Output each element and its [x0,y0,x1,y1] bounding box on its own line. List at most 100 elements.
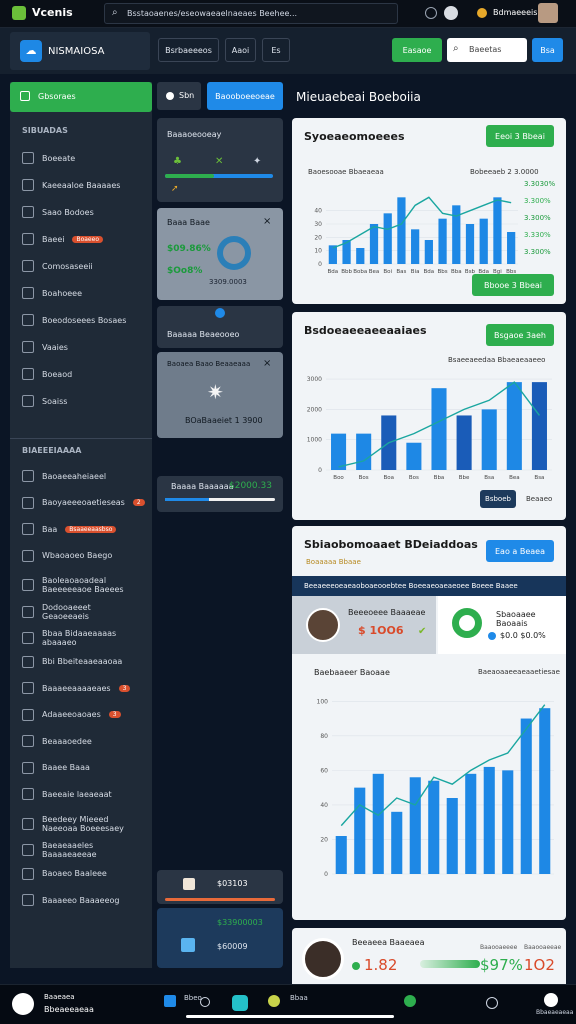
sidebar-item-label: Boeodoseees Bosaes [42,315,127,325]
sidebar-badge: Bsaaeeaasbso [65,525,117,533]
mid-panel-2: Baaa Baae × $09.86% $Oo8% 3309.0003 [157,208,283,300]
sidebar-item-a-4[interactable]: Comosaseeii [22,260,93,272]
bar [409,777,421,874]
sidebar-item-label: Baaee Baaa [42,763,90,772]
card-4-small-label-2: Baaooaeeee [480,944,518,951]
y-tick-label: 1000 [307,437,322,444]
sidebar-item-b-5[interactable]: Dodooaeeet Geaoeeaeis [22,603,128,621]
y-tick-label: 0 [318,261,322,268]
bottom-app-icon-1[interactable] [164,995,176,1007]
avatar[interactable] [538,3,558,23]
x-tick-label: Bba [451,269,462,275]
ring-chart [452,608,482,638]
sidebar-item-a-0[interactable]: Boeeate [22,152,75,164]
sidebar-item-b-11[interactable]: Baaee Baaa [22,761,90,774]
sidebar-item-a-9[interactable]: Soaiss [22,395,67,407]
sidebar-item-b-12[interactable]: Baeeaie laeaeaat [22,788,112,800]
bottom-app-icon-4[interactable] [268,995,280,1007]
globe-icon [22,579,34,591]
x-tick-label: Boa [384,475,395,481]
card-2: Bsdoeaeeaeeaaiaes Bsgaoe 3aeh Bsaeeaeeda… [292,312,566,520]
nav-button-3[interactable]: Es [262,38,290,62]
mid-panel-3-text: Baaaaa Beaeooeo [167,330,240,339]
bottom-app-icon-7[interactable] [544,993,558,1007]
mid-panel-3: Baaaaa Beaeooeo [157,306,283,348]
bar [539,708,551,874]
sidebar-item-a-5[interactable]: Boahoeee [22,287,82,299]
sidebar-item-b-13[interactable]: Beedeey Mieeed Naeeoaa Boeeesaey [22,815,128,833]
bottom-app-icon-5[interactable] [404,995,416,1007]
gear-icon [22,314,34,326]
arrow-icon: ➚ [171,184,179,194]
sidebar-item-label: Baa [42,524,58,534]
sidebar-item-b-2[interactable]: Baa Bsaaeeaasbso [22,523,117,535]
sidebar-item-a-7[interactable]: Vaaies [22,341,68,353]
sidebar-item-b-3[interactable]: Wbaoaoeo Baego [22,549,112,562]
sidebar: Gbsoraes SIBUADAS Boeeate Kaeeaaloe Baaaa… [10,82,152,968]
notification-icon[interactable] [425,7,437,19]
sidebar-item-b-0[interactable]: Baoaeeaheiaeel [22,470,106,482]
card-2-footer-button[interactable]: Bsboeb [480,490,516,508]
side-value: 3.330% [524,231,551,239]
card-3-button[interactable]: Eao a Beaea [486,540,554,562]
close-icon-2[interactable]: × [263,358,271,369]
mid-panel-1: Baaaoeooeay ♣ ✕ ✦ ➚ [157,118,283,202]
sidebar-item-b-6[interactable]: Bbaa Bidaaeaaaas abaaaeo [22,629,128,647]
close-icon[interactable]: × [263,216,271,227]
x-tick-label: Bsa [484,475,494,481]
bar [531,382,547,470]
bottom-app-icon-2[interactable] [200,997,210,1007]
sidebar-item-b-4[interactable]: Baoleaoaoadeal Baeeeeeaoe Baeees [22,576,128,594]
mid-tab-2[interactable]: Baooboeeoeae [207,82,283,110]
sidebar-item-label: Boahoeee [42,288,83,298]
user-name[interactable]: Bdmaeeeis [493,8,537,17]
sidebar-active-item[interactable]: Gbsoraes [10,82,152,112]
bottom-logo-icon[interactable] [12,993,34,1015]
bottom-app-icon-6[interactable] [486,997,498,1009]
blue-action-button[interactable]: Bsa [532,38,563,62]
leaf-icon: ♣ [173,156,182,167]
sidebar-item-a-6[interactable]: Boeodoseees Bosaes [22,314,126,326]
sidebar-item-a-2[interactable]: Saao Bodoes [22,206,94,218]
sidebar-item-b-16[interactable]: Baaaeeo Baaaeeog [22,894,120,906]
bottom-app-icon-3[interactable] [232,995,248,1011]
sidebar-item-b-8[interactable]: Baaaeeaaaaeaes 3 [22,682,131,694]
nav-search-input[interactable]: ⌕ Baeetas [447,38,527,62]
home-icon [20,91,30,101]
sidebar-item-b-7[interactable]: Bbi Bbeiteaaeaaoaa [22,655,122,668]
card-1-button[interactable]: Eeoi 3 Bbeai [486,125,554,147]
x-tick-label: Bos [359,475,369,481]
mid-panel-7-value: $33900003 [217,918,263,927]
nav-button-1[interactable]: Bsrbaeeeos [158,38,219,62]
bar [335,836,347,874]
mid-panel-6-value: $03103 [217,879,248,888]
sidebar-item-a-8[interactable]: Boeaod [22,368,72,380]
mid-tab-1[interactable]: Sbn [157,82,201,110]
green-action-button[interactable]: Easaoe [392,38,442,62]
bottom-left-label: Baaeaea [44,993,75,1001]
nav-button-2[interactable]: Aaoi [225,38,256,62]
info-icon [215,308,225,318]
home-indicator [186,1015,394,1018]
card-2-button[interactable]: Bsgaoe 3aeh [486,324,554,346]
card-4-person-name: Beeaeea Baaeaea [352,938,425,947]
sidebar-item-b-9[interactable]: Adaaeeoaoaes 3 [22,708,121,721]
sidebar-item-b-10[interactable]: Beaaaoedee [22,735,92,747]
card-1-footer-button[interactable]: Bbooe 3 Bbeai [472,274,554,296]
sidebar-item-a-1[interactable]: Kaeeaaloe Baaaaes [22,179,120,191]
sidebar-item-b-15[interactable]: Baoaeo Baaleee [22,867,107,880]
search-icon: ⌕ [112,7,118,18]
person-name: Beeeoeee Baaaeae [348,608,426,617]
sidebar-item-b-14[interactable]: Baeaeaaeles Baaaaeaeeae [22,841,128,859]
sidebar-item-b-1[interactable]: Baoyaeeeoaetieseas 2 [22,496,145,509]
sidebar-item-a-3[interactable]: Baeei Boaeeo [22,233,103,245]
y-tick-label: 100 [317,698,329,705]
bottom-item-2[interactable]: Bbaa [290,994,308,1002]
profile-badge-icon[interactable] [444,6,458,20]
search-bar[interactable]: ⌕ Bsstaoaenes/eseowaeaelnaeaes Beehee... [104,3,398,24]
person-avatar [306,608,340,642]
setting-icon [22,894,34,906]
box-icon [22,260,34,272]
brand-block[interactable]: ☁ NISMAIOSA [10,32,150,70]
mid-panel-4-title: Baoaea Baao Beaaeaaa [167,360,251,368]
